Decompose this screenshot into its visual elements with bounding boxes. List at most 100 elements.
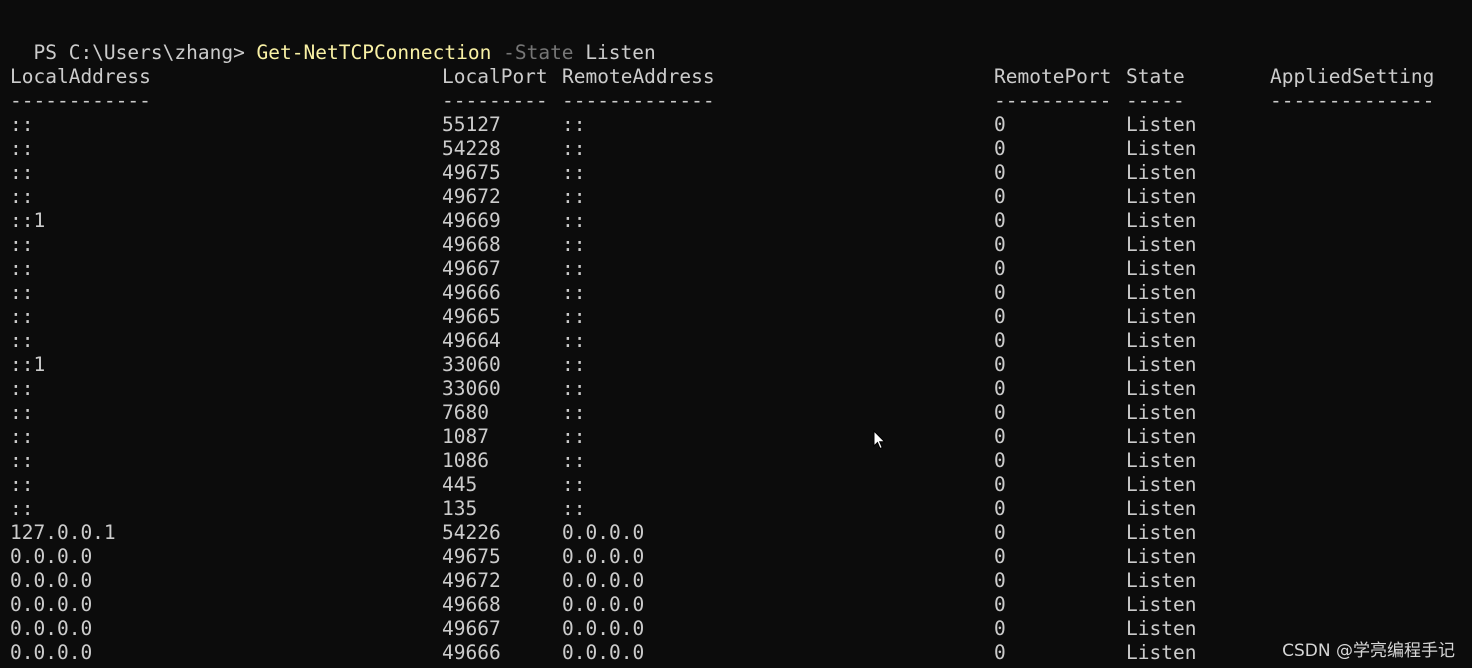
command-name: Get-NetTCPConnection (256, 41, 492, 64)
cell-local-port: 49675 (442, 161, 501, 184)
cell-remote-port: 0 (994, 593, 1006, 616)
cell-remote-port: 0 (994, 569, 1006, 592)
cell-local-port: 33060 (442, 353, 501, 376)
cell-local-address: :: (10, 497, 34, 520)
terminal-window[interactable]: { "prompt": { "path": "PS C:\\Users\\zha… (0, 0, 1472, 668)
cell-state: Listen (1126, 521, 1197, 544)
cell-state: Listen (1126, 593, 1197, 616)
cell-remote-port: 0 (994, 449, 1006, 472)
cell-remote-address: 0.0.0.0 (562, 641, 645, 664)
cell-state: Listen (1126, 113, 1197, 136)
cell-state: Listen (1126, 329, 1197, 352)
cell-local-address: :: (10, 329, 34, 352)
cell-remote-port: 0 (994, 617, 1006, 640)
cell-remote-address: :: (562, 137, 586, 160)
cell-remote-address: 0.0.0.0 (562, 593, 645, 616)
cell-state: Listen (1126, 641, 1197, 664)
column-header-local-address: LocalAddress (10, 65, 151, 88)
cell-remote-address: :: (562, 113, 586, 136)
cell-remote-address: :: (562, 281, 586, 304)
cell-remote-port: 0 (994, 497, 1006, 520)
cell-remote-port: 0 (994, 401, 1006, 424)
cell-state: Listen (1126, 401, 1197, 424)
cell-remote-port: 0 (994, 113, 1006, 136)
cell-remote-port: 0 (994, 521, 1006, 544)
command-argument: Listen (585, 41, 656, 64)
prompt-line: PS C:\Users\zhang> Get-NetTCPConnection … (10, 17, 655, 64)
cell-local-address: ::1 (10, 209, 46, 232)
cell-local-port: 1086 (442, 449, 489, 472)
cell-local-port: 445 (442, 473, 478, 496)
cell-state: Listen (1126, 569, 1197, 592)
cell-remote-address: :: (562, 257, 586, 280)
cell-local-port: 49675 (442, 545, 501, 568)
cell-remote-address: :: (562, 353, 586, 376)
cell-state: Listen (1126, 305, 1197, 328)
cell-remote-address: :: (562, 377, 586, 400)
cell-remote-port: 0 (994, 257, 1006, 280)
cell-local-port: 55127 (442, 113, 501, 136)
cell-local-port: 49664 (442, 329, 501, 352)
separator-local-port: --------- (442, 89, 548, 112)
cell-local-address: :: (10, 257, 34, 280)
cell-local-address: :: (10, 137, 34, 160)
cell-remote-port: 0 (994, 425, 1006, 448)
cell-state: Listen (1126, 161, 1197, 184)
cell-local-address: 0.0.0.0 (10, 617, 93, 640)
cell-state: Listen (1126, 497, 1197, 520)
cell-local-port: 54226 (442, 521, 501, 544)
cell-remote-address: 0.0.0.0 (562, 545, 645, 568)
cell-remote-address: :: (562, 209, 586, 232)
cell-local-address: 0.0.0.0 (10, 545, 93, 568)
cell-local-port: 1087 (442, 425, 489, 448)
cell-remote-port: 0 (994, 353, 1006, 376)
cell-local-port: 49666 (442, 281, 501, 304)
cell-remote-port: 0 (994, 185, 1006, 208)
cell-local-port: 49666 (442, 641, 501, 664)
mouse-pointer-icon (873, 430, 886, 450)
cell-local-address: :: (10, 401, 34, 424)
cell-state: Listen (1126, 473, 1197, 496)
cell-state: Listen (1126, 281, 1197, 304)
cell-local-port: 33060 (442, 377, 501, 400)
cell-state: Listen (1126, 425, 1197, 448)
cell-local-address: :: (10, 305, 34, 328)
column-header-local-port: LocalPort (442, 65, 548, 88)
cell-local-address: 127.0.0.1 (10, 521, 116, 544)
cell-state: Listen (1126, 449, 1197, 472)
cell-remote-port: 0 (994, 209, 1006, 232)
cell-remote-port: 0 (994, 473, 1006, 496)
cell-local-port: 49669 (442, 209, 501, 232)
cell-local-port: 135 (442, 497, 478, 520)
cell-local-address: :: (10, 377, 34, 400)
cell-local-address: :: (10, 473, 34, 496)
column-header-remote-address: RemoteAddress (562, 65, 715, 88)
cell-remote-address: 0.0.0.0 (562, 521, 645, 544)
cell-state: Listen (1126, 233, 1197, 256)
cell-state: Listen (1126, 209, 1197, 232)
watermark: CSDN @学亮编程手记 (1282, 641, 1455, 661)
cell-local-address: 0.0.0.0 (10, 641, 93, 664)
cell-local-port: 49668 (442, 593, 501, 616)
cell-local-address: :: (10, 281, 34, 304)
cell-local-address: 0.0.0.0 (10, 569, 93, 592)
cell-remote-address: :: (562, 497, 586, 520)
cell-local-port: 49665 (442, 305, 501, 328)
command-parameter: -State (503, 41, 574, 64)
cell-remote-port: 0 (994, 545, 1006, 568)
cell-remote-address: :: (562, 449, 586, 472)
cell-remote-port: 0 (994, 233, 1006, 256)
cell-remote-address: 0.0.0.0 (562, 569, 645, 592)
cell-remote-port: 0 (994, 161, 1006, 184)
column-header-state: State (1126, 65, 1185, 88)
cell-local-port: 49672 (442, 569, 501, 592)
cell-local-port: 7680 (442, 401, 489, 424)
cell-remote-address: :: (562, 425, 586, 448)
cell-remote-port: 0 (994, 281, 1006, 304)
prompt-path: PS C:\Users\zhang> (33, 41, 257, 64)
cell-remote-address: :: (562, 185, 586, 208)
cell-local-address: :: (10, 161, 34, 184)
cell-remote-address: :: (562, 161, 586, 184)
separator-local-address: ------------ (10, 89, 151, 112)
table-separator: ------------ --------- ------------- ---… (10, 89, 1434, 113)
